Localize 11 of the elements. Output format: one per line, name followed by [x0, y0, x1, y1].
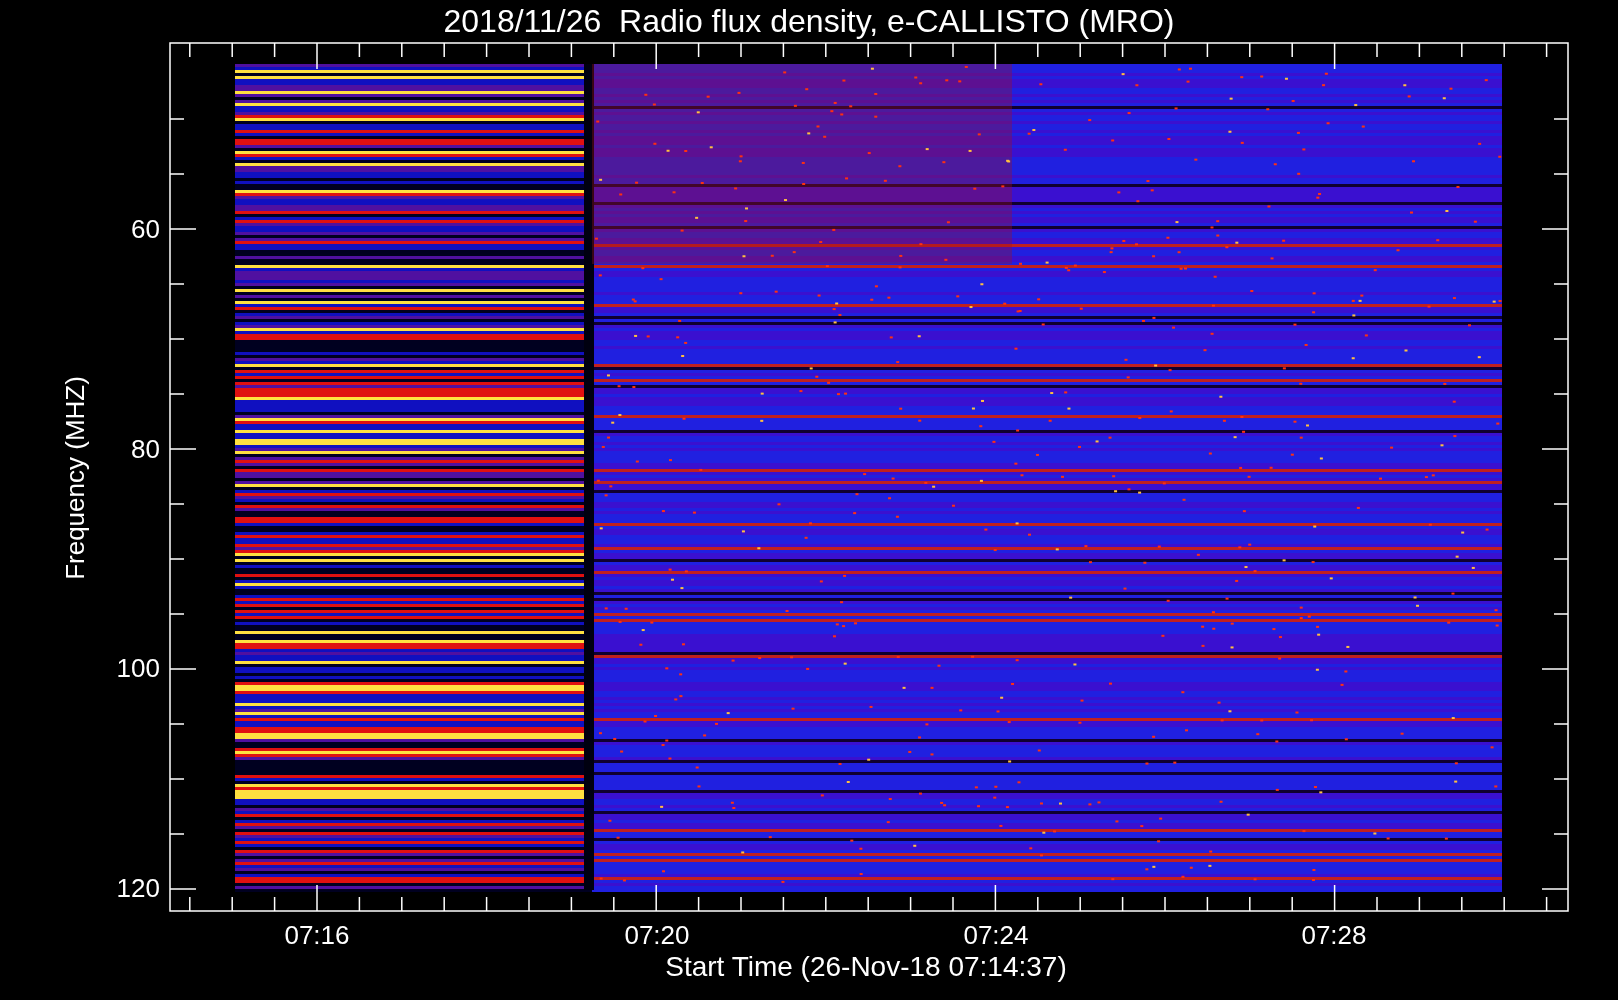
- y-tick-label: 100: [116, 653, 160, 683]
- chart-title: 2018/11/26 Radio flux density, e-CALLISTO (MRO): [443, 3, 1175, 39]
- x-axis-label: Start Time (26-Nov-18 07:14:37): [665, 951, 1067, 982]
- y-tick-label: 60: [131, 214, 160, 244]
- y-tick-label: 120: [116, 873, 160, 903]
- x-tick-label: 07:20: [624, 920, 690, 950]
- x-tick-label: 07:28: [1301, 920, 1367, 950]
- y-tick-label: 80: [131, 434, 160, 464]
- x-tick-label: 07:16: [284, 920, 350, 950]
- y-axis-label: Frequency (MHZ): [60, 376, 90, 580]
- x-tick-label: 07:24: [963, 920, 1029, 950]
